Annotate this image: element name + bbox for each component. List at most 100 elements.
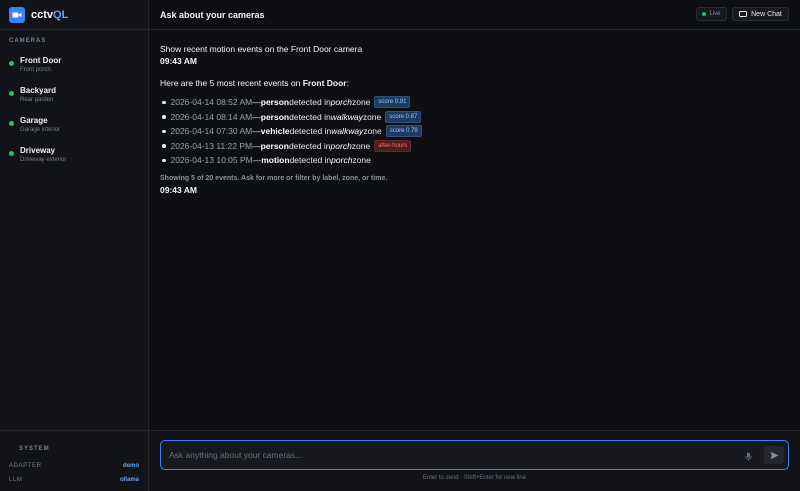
camera-desc: Garage interior bbox=[20, 127, 61, 133]
event-label: person bbox=[260, 97, 290, 108]
event-label: vehicle bbox=[260, 126, 290, 137]
event-item: 2026-04-14 08:14 AM — person detected in… bbox=[160, 110, 780, 125]
brand-prefix: cctv bbox=[31, 8, 54, 21]
event-item: 2026-04-13 10:05 PM — motion detected in… bbox=[160, 153, 780, 168]
send-icon bbox=[770, 451, 778, 459]
event-label: person bbox=[260, 111, 290, 122]
event-time: 2026-04-14 07:30 AM bbox=[170, 126, 253, 137]
camera-item-front-door[interactable]: Front Door Front porch bbox=[0, 50, 148, 80]
event-time: 2026-04-14 08:14 AM bbox=[170, 111, 253, 122]
score-badge: score 0.91 bbox=[374, 96, 411, 109]
main-panel: Ask about your cameras Live New Chat Sho… bbox=[149, 0, 800, 491]
chat-input[interactable] bbox=[169, 450, 729, 460]
camera-name: Backyard bbox=[20, 86, 57, 95]
bullet-icon bbox=[162, 158, 166, 162]
camera-item-driveway[interactable]: Driveway Driveway exterior bbox=[0, 140, 148, 170]
event-dash: — bbox=[252, 126, 261, 137]
assistant-message-time: 09:43 AM bbox=[160, 184, 198, 195]
composer-hint: Enter to send · Shift+Enter for new line bbox=[422, 475, 527, 481]
event-dash: — bbox=[252, 140, 261, 151]
send-button[interactable] bbox=[764, 446, 784, 464]
event-zone: walkway bbox=[330, 111, 363, 122]
event-zone-word: zone bbox=[351, 97, 371, 108]
new-chat-button[interactable]: New Chat bbox=[732, 7, 789, 21]
llm-value: ollama bbox=[119, 477, 139, 483]
camera-desc: Driveway exterior bbox=[20, 157, 67, 163]
event-zone-word: zone bbox=[351, 140, 371, 151]
event-item: 2026-04-14 07:30 AM — vehicle detected i… bbox=[160, 124, 780, 139]
adapter-row: ADAPTER demo bbox=[9, 463, 139, 469]
camera-icon bbox=[9, 6, 25, 23]
adapter-value: demo bbox=[122, 463, 139, 469]
live-dot-icon bbox=[702, 12, 707, 16]
assistant-intro: Here are the 5 most recent events on Fro… bbox=[160, 77, 780, 89]
status-dot-icon bbox=[9, 61, 14, 66]
event-dash: — bbox=[252, 111, 261, 122]
event-detected-in: detected in bbox=[288, 140, 331, 151]
event-zone: porch bbox=[330, 97, 352, 108]
bullet-icon bbox=[162, 100, 166, 104]
results-summary: Showing 5 of 20 events. Ask for more or … bbox=[160, 174, 388, 182]
event-detected-in: detected in bbox=[289, 126, 332, 137]
event-list: 2026-04-14 08:52 AM — person detected in… bbox=[160, 95, 780, 168]
camera-name: Driveway bbox=[20, 146, 56, 155]
live-label: Live bbox=[709, 11, 721, 17]
score-badge: score 0.79 bbox=[385, 125, 422, 138]
brand-name: cctvQL bbox=[31, 9, 68, 21]
event-zone: porch bbox=[330, 140, 352, 151]
event-time: 2026-04-13 11:22 PM bbox=[170, 140, 253, 151]
event-zone: walkway bbox=[331, 126, 364, 137]
system-panel: SYSTEM ADAPTER demo LLM ollama bbox=[0, 430, 148, 491]
bullet-icon bbox=[162, 115, 166, 119]
intro-suffix: : bbox=[346, 78, 349, 88]
event-item: 2026-04-14 08:52 AM — person detected in… bbox=[160, 95, 780, 110]
chat-thread: Show recent motion events on the Front D… bbox=[160, 43, 780, 196]
event-zone: porch bbox=[331, 155, 353, 166]
cameras-section-label: CAMERAS bbox=[9, 38, 47, 44]
bullet-icon bbox=[162, 144, 166, 148]
event-zone-word: zone bbox=[363, 126, 382, 137]
camera-name: Front Door bbox=[20, 56, 62, 65]
new-chat-label: New Chat bbox=[751, 10, 782, 18]
after-hours-badge: after-hours bbox=[374, 139, 412, 152]
camera-desc: Rear garden bbox=[20, 97, 54, 103]
event-detected-in: detected in bbox=[289, 155, 332, 166]
camera-name: Garage bbox=[20, 116, 48, 125]
page-title: Ask about your cameras bbox=[160, 9, 265, 20]
event-dash: — bbox=[252, 155, 262, 166]
user-message-time: 09:43 AM bbox=[160, 56, 198, 66]
status-dot-icon bbox=[9, 151, 14, 156]
intro-prefix: Here are the 5 most recent events on bbox=[160, 78, 303, 88]
brand-suffix: QL bbox=[53, 8, 69, 21]
system-section-label: SYSTEM bbox=[19, 446, 50, 452]
event-zone-word: zone bbox=[352, 155, 371, 166]
event-item: 2026-04-13 11:22 PM — person detected in… bbox=[160, 139, 780, 154]
event-time: 2026-04-14 08:52 AM bbox=[170, 97, 253, 108]
event-label: motion bbox=[261, 155, 290, 166]
status-dot-icon bbox=[9, 121, 14, 126]
live-status-badge: Live bbox=[696, 7, 727, 21]
composer-area: Enter to send · Shift+Enter for new line bbox=[149, 430, 800, 491]
status-dot-icon bbox=[9, 91, 14, 96]
llm-row: LLM ollama bbox=[9, 477, 139, 483]
event-detected-in: detected in bbox=[289, 111, 331, 122]
event-label: person bbox=[260, 140, 289, 151]
event-zone-word: zone bbox=[362, 111, 382, 122]
score-badge: score 0.87 bbox=[385, 110, 422, 123]
camera-item-garage[interactable]: Garage Garage interior bbox=[0, 110, 148, 140]
camera-desc: Front porch bbox=[20, 67, 51, 73]
event-time: 2026-04-13 10:05 PM bbox=[170, 155, 253, 166]
camera-list: Front Door Front porch Backyard Rear gar… bbox=[0, 50, 148, 170]
camera-item-backyard[interactable]: Backyard Rear garden bbox=[0, 80, 148, 110]
user-message: Show recent motion events on the Front D… bbox=[160, 44, 363, 54]
microphone-icon[interactable] bbox=[745, 450, 752, 464]
event-detected-in: detected in bbox=[289, 97, 331, 108]
bullet-icon bbox=[162, 129, 166, 133]
intro-camera: Front Door bbox=[302, 78, 347, 88]
sidebar: cctvQL CAMERAS Front Door Front porch Ba… bbox=[0, 0, 149, 491]
llm-key: LLM bbox=[9, 477, 23, 483]
adapter-key: ADAPTER bbox=[9, 463, 42, 469]
composer bbox=[160, 440, 789, 470]
chat-icon bbox=[739, 10, 748, 18]
brand[interactable]: cctvQL bbox=[0, 0, 148, 30]
